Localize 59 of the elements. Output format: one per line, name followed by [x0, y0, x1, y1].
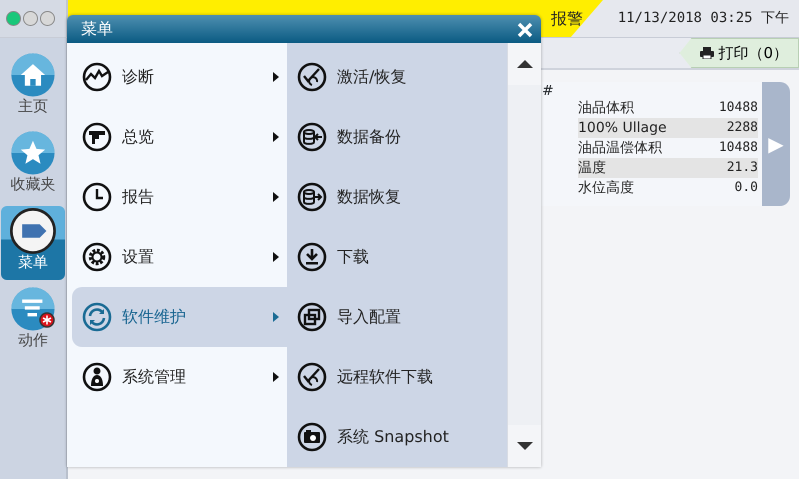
- window-button[interactable]: [23, 11, 38, 26]
- list-icon: [10, 286, 56, 332]
- down-arrow-icon: [516, 442, 532, 450]
- row-value: 10488: [718, 139, 758, 157]
- row-value: 2288: [726, 119, 758, 137]
- row-label: 油品体积: [578, 99, 634, 118]
- row-label: 水位高度: [578, 179, 634, 198]
- scroll-down-button[interactable]: [508, 425, 541, 467]
- caret-icon: [273, 72, 279, 82]
- alarm-label[interactable]: 报警: [551, 6, 583, 30]
- window-button[interactable]: [40, 11, 55, 26]
- sidebar-item[interactable]: 菜单: [1, 206, 65, 280]
- row-label: 100% Ullage: [578, 119, 667, 138]
- menu-category-item[interactable]: 设置: [72, 227, 287, 287]
- menu-title: 菜单: [81, 18, 113, 40]
- camera-icon: [297, 422, 327, 452]
- chart-icon: [82, 62, 112, 92]
- window-button[interactable]: [6, 11, 21, 26]
- print-button[interactable]: 打印（0）: [679, 38, 799, 68]
- submenu-item[interactable]: 激活/恢复: [287, 47, 507, 107]
- up-arrow-icon: [516, 60, 532, 68]
- menu-category-item[interactable]: 软件维护: [72, 287, 287, 347]
- row-value: 0.0: [734, 179, 758, 197]
- tag-icon: [10, 208, 56, 254]
- copy-icon: [297, 302, 327, 332]
- menu-category-item[interactable]: 诊断: [72, 47, 287, 107]
- scroll-up-button[interactable]: [508, 43, 541, 85]
- printer-icon: [700, 47, 714, 59]
- row-label: 油品温偿体积: [578, 139, 662, 158]
- download-icon: [297, 242, 327, 272]
- submenu-item[interactable]: 导入配置: [287, 287, 507, 347]
- row-value: 10488: [718, 99, 758, 117]
- caret-icon: [273, 132, 279, 142]
- sidebar-item[interactable]: 收藏夹: [1, 128, 65, 202]
- sidebar-item[interactable]: 主页: [1, 50, 65, 124]
- menu-category-item[interactable]: 报告: [72, 167, 287, 227]
- alert-badge-icon: [39, 312, 55, 328]
- caret-icon: [273, 192, 279, 202]
- caret-icon: [273, 312, 279, 322]
- submenu-item[interactable]: 数据备份: [287, 107, 507, 167]
- menu-category-item[interactable]: 总览: [72, 107, 287, 167]
- close-icon: [517, 22, 533, 38]
- row-label: 温度: [578, 159, 606, 178]
- date-time: 11/13/2018 03:25 下午: [616, 9, 790, 28]
- submenu-item[interactable]: 下载: [287, 227, 507, 287]
- row-value: 21.3: [726, 159, 758, 177]
- clock-icon: [82, 182, 112, 212]
- caret-icon: [273, 372, 279, 382]
- panel-header-text: #: [542, 84, 555, 98]
- refresh-icon: [82, 302, 112, 332]
- submenu-item[interactable]: 数据恢复: [287, 167, 507, 227]
- submenu-item[interactable]: 远程软件下载: [287, 347, 507, 407]
- menu-category-item[interactable]: 系统管理: [72, 347, 287, 407]
- caret-icon: [273, 252, 279, 262]
- submenu-item[interactable]: 系统 Snapshot: [287, 407, 507, 467]
- gear-icon: [82, 242, 112, 272]
- home-icon: [10, 52, 56, 98]
- person-icon: [82, 362, 112, 392]
- sidebar-item[interactable]: 动作: [1, 284, 65, 358]
